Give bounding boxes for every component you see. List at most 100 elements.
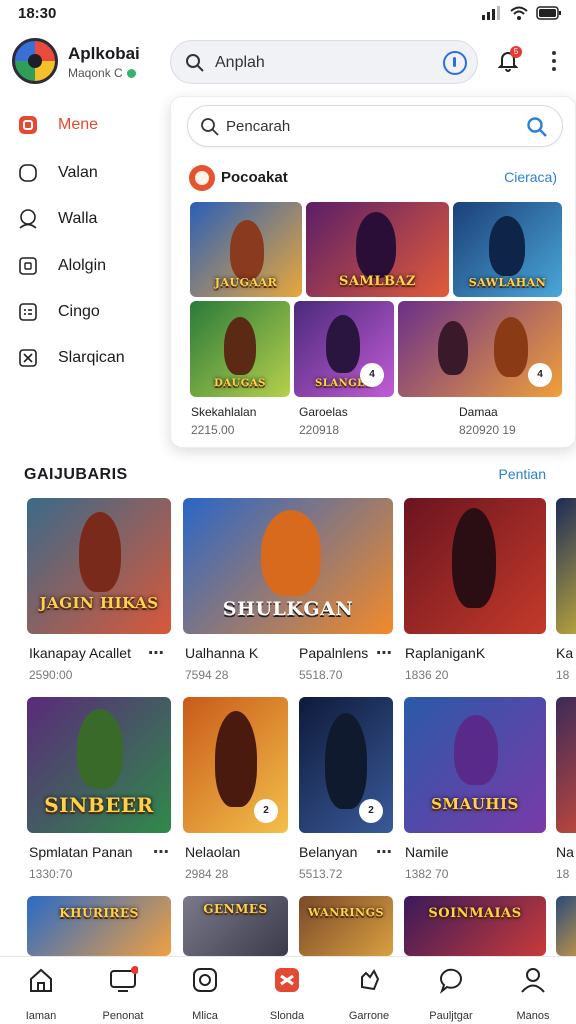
dropdown-item-title: Damaa — [459, 405, 498, 419]
camera-icon — [193, 968, 217, 992]
nav-item-slonda[interactable]: Slonda — [246, 965, 328, 1022]
game-card-art[interactable]: SINBEER — [27, 697, 171, 833]
tile-title-art: DAUGAS — [214, 378, 266, 389]
game-card-art[interactable]: 2 — [299, 697, 393, 833]
nav-label: Penonat — [102, 1010, 144, 1022]
dropdown-item-title: Garoelas — [299, 405, 348, 419]
game-card-art[interactable]: 2 — [183, 697, 288, 833]
game-card-art[interactable]: JAGIN HIKAS — [27, 498, 171, 634]
tile-badge: 2 — [359, 799, 383, 823]
game-card-art[interactable]: KHURIRES — [27, 896, 171, 956]
more-horizontal-icon[interactable]: ⋯ — [148, 643, 164, 663]
dropdown-item-sub: 820920 19 — [459, 423, 516, 437]
signal-icon — [482, 6, 500, 20]
game-card-sub: 18 — [556, 867, 570, 881]
info-icon[interactable] — [443, 51, 467, 75]
tile-title-art: SHULKGAN — [222, 598, 354, 620]
dropdown-game-tile[interactable]: 4 — [398, 301, 562, 397]
game-card-art[interactable]: SOINMAIAS — [404, 896, 546, 956]
app-subtitle-text: Maqonk C — [68, 66, 123, 80]
game-card-title: Namile — [405, 844, 449, 860]
top-search-bar[interactable]: Anplah — [170, 40, 478, 84]
dropdown-game-tile[interactable]: SAWLAHAN — [453, 202, 562, 297]
sidebar-item-label: Cingo — [58, 303, 100, 320]
search-submit-icon[interactable] — [526, 116, 548, 138]
nav-item-penonat[interactable]: Penonat — [82, 965, 164, 1022]
top-search-placeholder: Anplah — [215, 54, 265, 71]
game-card-art[interactable] — [556, 498, 576, 634]
game-card-sub: 1330:70 — [29, 867, 73, 881]
game-card-art[interactable]: SHULKGAN — [183, 498, 393, 634]
tile-title-art: WANRINGS — [308, 906, 384, 919]
nav-label: Pauljtgar — [429, 1010, 473, 1022]
status-bar: 18:30 — [0, 0, 576, 28]
sidebar-item-cingo[interactable]: Cingo — [18, 297, 100, 327]
more-vertical-icon[interactable] — [546, 50, 562, 72]
dropdown-game-tile[interactable]: DAUGAS — [190, 301, 290, 397]
dropdown-item-title: Skekahlalan — [191, 405, 257, 419]
dropdown-item-sub: 2215.00 — [191, 423, 235, 437]
dropdown-search-input[interactable]: Pencarah — [187, 105, 563, 147]
app-subtitle: Maqonk C — [68, 66, 136, 80]
dropdown-item-sub: 220918 — [299, 423, 340, 437]
sidebar-item-label: Mene — [58, 116, 99, 133]
nav-label: Slonda — [269, 1010, 305, 1022]
category-icon — [189, 165, 215, 191]
nav-item-mlica[interactable]: Mlica — [164, 965, 246, 1022]
app-name: Aplkobai — [68, 44, 140, 63]
game-card-sub: 5518.70 — [299, 668, 343, 682]
game-card-art[interactable] — [556, 896, 576, 956]
list-icon — [19, 303, 37, 321]
game-card-sub: 1836 20 — [405, 668, 449, 682]
tile-title-art: SAMLBAZ — [338, 274, 417, 289]
game-card-art[interactable] — [556, 697, 576, 833]
tag-icon — [19, 164, 37, 182]
tile-title-art: SAWLAHAN — [468, 276, 547, 289]
game-card-title: Papalnlens — [299, 645, 369, 661]
more-horizontal-icon[interactable]: ⋯ — [376, 643, 392, 663]
dropdown-see-all-link[interactable]: Cieraca) — [504, 169, 557, 185]
nav-item-iaman[interactable]: Iaman — [0, 965, 82, 1022]
game-card-title: Spmlatan Panan — [29, 844, 133, 860]
game-card-art[interactable] — [404, 498, 546, 634]
tile-title-art: KHURIRES — [59, 906, 139, 920]
home-icon — [30, 968, 52, 992]
dropdown-title: Pocoakat — [221, 169, 288, 186]
nav-label: Iaman — [25, 1010, 57, 1022]
game-card-art[interactable]: WANRINGS — [299, 896, 393, 956]
tile-title-art: SOINMAIAS — [428, 906, 522, 921]
sidebar-item-walla[interactable]: Walla — [18, 204, 97, 234]
game-card-title: Ka — [556, 645, 574, 661]
user-icon — [19, 209, 37, 229]
more-horizontal-icon[interactable]: ⋯ — [153, 842, 169, 862]
wifi-icon — [510, 6, 528, 20]
sidebar-item-mene[interactable]: Mene — [18, 110, 98, 140]
nav-item-garrone[interactable]: Garrone — [328, 965, 410, 1022]
nav-item-pauljtgar[interactable]: Pauljtgar — [410, 965, 492, 1022]
nav-label: Mlica — [192, 1010, 218, 1022]
avatar[interactable] — [12, 38, 58, 84]
tile-badge: 4 — [360, 363, 384, 387]
game-card-art[interactable]: SMAUHIS — [404, 697, 546, 833]
nav-label: Manos — [516, 1010, 550, 1022]
sidebar-item-alolgin[interactable]: Alolgin — [18, 251, 106, 281]
status-icons — [482, 6, 562, 20]
sidebar-item-slarqican[interactable]: Slarqican — [18, 343, 125, 373]
game-card-title: Belanyan — [299, 844, 358, 860]
search-icon — [201, 118, 219, 136]
section-see-all-link[interactable]: Pentian — [499, 466, 546, 482]
game-card-art[interactable]: GENMES — [183, 896, 288, 956]
dropdown-game-tile[interactable]: SAMLBAZ — [306, 202, 449, 297]
nav-item-manos[interactable]: Manos — [492, 965, 574, 1022]
dropdown-search-placeholder: Pencarah — [226, 118, 291, 135]
bottom-navigation: Iaman Penonat Mlica Slonda Garrone Paulj… — [0, 956, 576, 1024]
tile-badge: 2 — [254, 799, 278, 823]
dropdown-game-tile[interactable]: SLANGES 4 — [294, 301, 394, 397]
notification-badge: 5 — [510, 46, 522, 58]
dropdown-game-tile[interactable]: JAUGAAR — [190, 202, 302, 297]
more-horizontal-icon[interactable]: ⋯ — [376, 842, 392, 862]
sidebar-item-label: Valan — [58, 164, 98, 181]
game-card-title: Ikanapay Acallet — [29, 645, 131, 661]
sidebar-item-valan[interactable]: Valan — [18, 158, 98, 188]
tile-title-art: GENMES — [203, 902, 268, 916]
